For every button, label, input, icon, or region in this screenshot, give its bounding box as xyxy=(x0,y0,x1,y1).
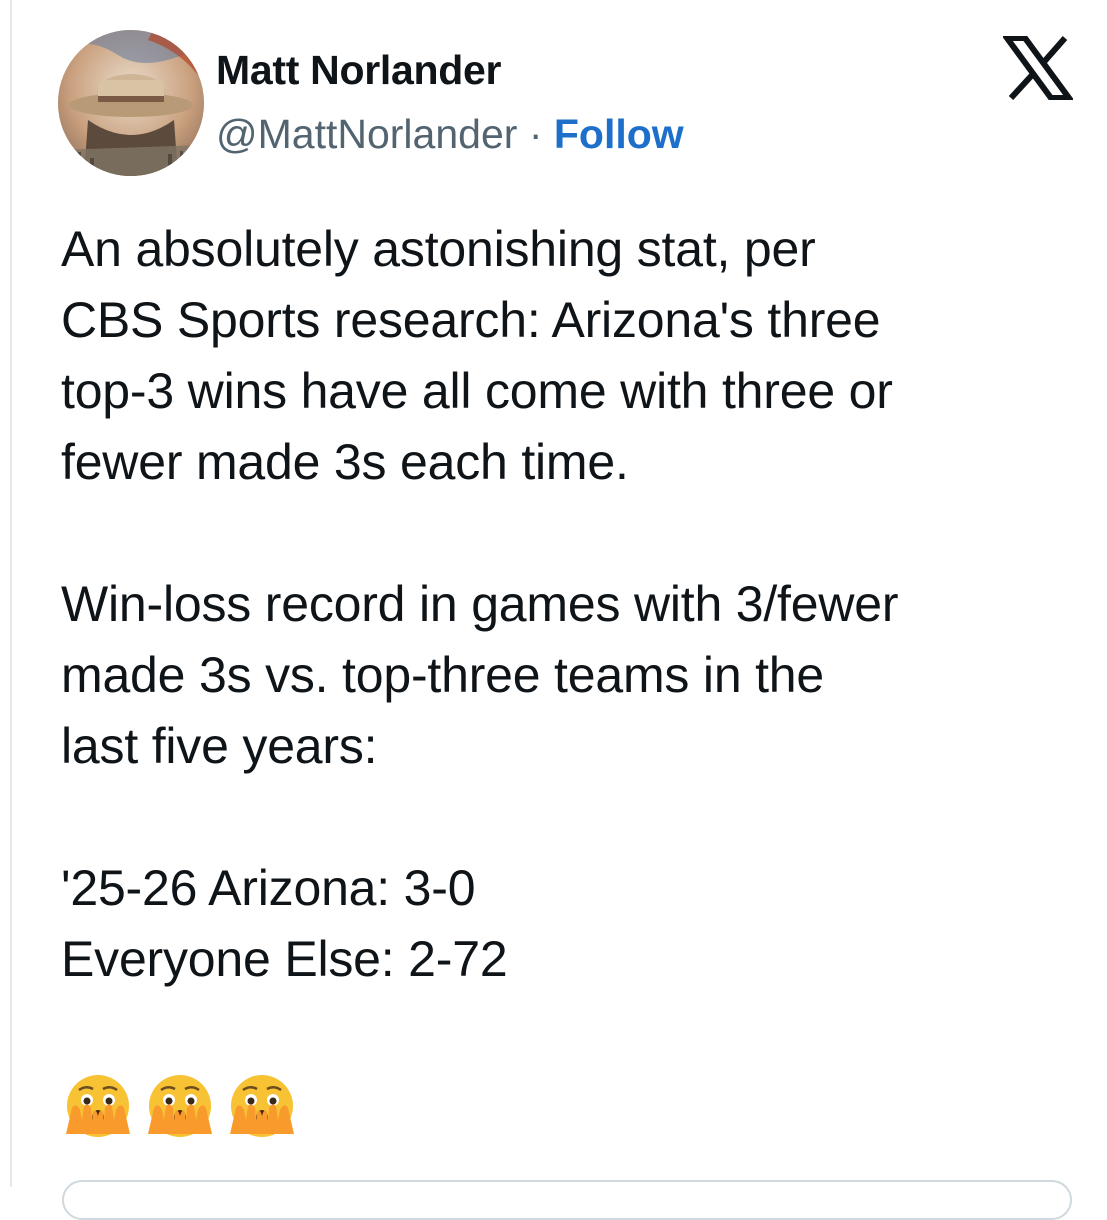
tweet-line: An absolutely astonishing stat, per xyxy=(61,221,816,277)
emoji-row xyxy=(62,1072,298,1152)
tweet-line: '25-26 Arizona: 3-0 xyxy=(61,860,476,916)
tweet-paragraph: An absolutely astonishing stat, per CBS … xyxy=(61,214,1091,498)
face-with-open-eyes-and-hand-over-mouth-icon xyxy=(230,1075,294,1137)
tweet-line: CBS Sports research: Arizona's three xyxy=(61,292,881,348)
author-handle[interactable]: @MattNorlander xyxy=(216,111,517,157)
separator-dot: · xyxy=(528,111,543,157)
tweet-line: made 3s vs. top-three teams in the xyxy=(61,647,825,703)
profile-avatar-icon[interactable] xyxy=(58,30,204,176)
face-with-open-eyes-and-hand-over-mouth-icon xyxy=(148,1075,212,1137)
tweet-paragraph: '25-26 Arizona: 3-0 Everyone Else: 2-72 xyxy=(61,853,1091,995)
tweet-text: An absolutely astonishing stat, per CBS … xyxy=(61,214,1091,1066)
follow-button[interactable]: Follow xyxy=(554,111,684,157)
tweet-paragraph: Win-loss record in games with 3/fewer ma… xyxy=(61,569,1091,782)
tweet-line: last five years: xyxy=(61,718,378,774)
face-with-open-eyes-and-hand-over-mouth-icon xyxy=(66,1075,130,1137)
tweet-line: top-3 wins have all come with three or xyxy=(61,363,893,419)
embedded-card-edge[interactable] xyxy=(62,1180,1072,1220)
x-logo-icon[interactable] xyxy=(1003,36,1073,100)
tweet-line: fewer made 3s each time. xyxy=(61,434,629,490)
tweet-line: Everyone Else: 2-72 xyxy=(61,931,508,987)
tweet-line: Win-loss record in games with 3/fewer xyxy=(61,576,899,632)
author-meta: @MattNorlander · Follow xyxy=(216,108,684,160)
author-name[interactable]: Matt Norlander xyxy=(216,44,501,96)
